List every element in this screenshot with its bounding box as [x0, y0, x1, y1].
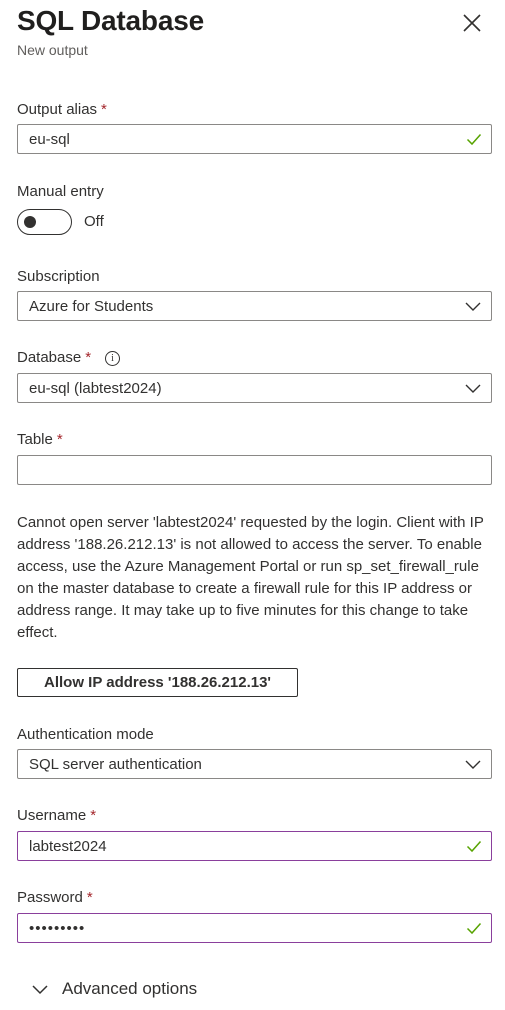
page-title: SQL Database — [17, 5, 204, 36]
output-alias-field[interactable] — [17, 124, 492, 154]
database-dropdown[interactable]: eu-sql (labtest2024) — [17, 373, 492, 403]
output-alias-label: Output alias * — [17, 101, 107, 118]
manual-entry-state: Off — [84, 213, 104, 230]
table-input[interactable] — [18, 456, 491, 484]
database-value: eu-sql (labtest2024) — [29, 379, 162, 397]
username-label: Username * — [17, 807, 97, 824]
required-marker: * — [90, 807, 97, 824]
close-icon — [463, 14, 481, 32]
allow-ip-button[interactable]: Allow IP address '188.26.212.13' — [17, 668, 298, 697]
subscription-value: Azure for Students — [29, 297, 154, 315]
chevron-down-icon — [465, 760, 481, 769]
password-field[interactable]: ••••••••• — [17, 913, 492, 943]
required-marker: * — [85, 349, 92, 366]
table-label: Table * — [17, 431, 63, 448]
chevron-down-icon — [465, 302, 481, 311]
firewall-error-message: Cannot open server 'labtest2024' request… — [17, 514, 484, 641]
advanced-options-toggle[interactable]: Advanced options — [32, 979, 197, 999]
authentication-mode-value: SQL server authentication — [29, 755, 202, 773]
chevron-down-icon — [32, 985, 48, 995]
page-subtitle: New output — [17, 42, 88, 58]
toggle-knob — [24, 216, 36, 228]
password-label: Password * — [17, 889, 93, 906]
password-input[interactable]: ••••••••• — [18, 920, 85, 937]
required-marker: * — [101, 101, 107, 118]
checkmark-icon — [466, 840, 482, 853]
output-alias-input[interactable] — [18, 125, 491, 153]
checkmark-icon — [466, 133, 482, 146]
subscription-label: Subscription — [17, 268, 100, 285]
required-marker: * — [86, 889, 93, 906]
info-icon[interactable]: i — [105, 351, 121, 366]
checkmark-icon — [466, 922, 482, 935]
required-marker: * — [56, 431, 63, 448]
username-field[interactable] — [17, 831, 492, 861]
subscription-dropdown[interactable]: Azure for Students — [17, 291, 492, 321]
table-field[interactable] — [17, 455, 492, 485]
close-button[interactable] — [458, 9, 486, 37]
chevron-down-icon — [465, 384, 481, 393]
authentication-mode-label: Authentication mode — [17, 726, 154, 743]
advanced-options-label: Advanced options — [62, 979, 198, 998]
database-label: Database * i — [17, 348, 121, 368]
username-input[interactable] — [18, 832, 491, 860]
authentication-mode-dropdown[interactable]: SQL server authentication — [17, 749, 492, 779]
manual-entry-toggle[interactable] — [17, 209, 72, 235]
manual-entry-label: Manual entry — [17, 183, 104, 200]
